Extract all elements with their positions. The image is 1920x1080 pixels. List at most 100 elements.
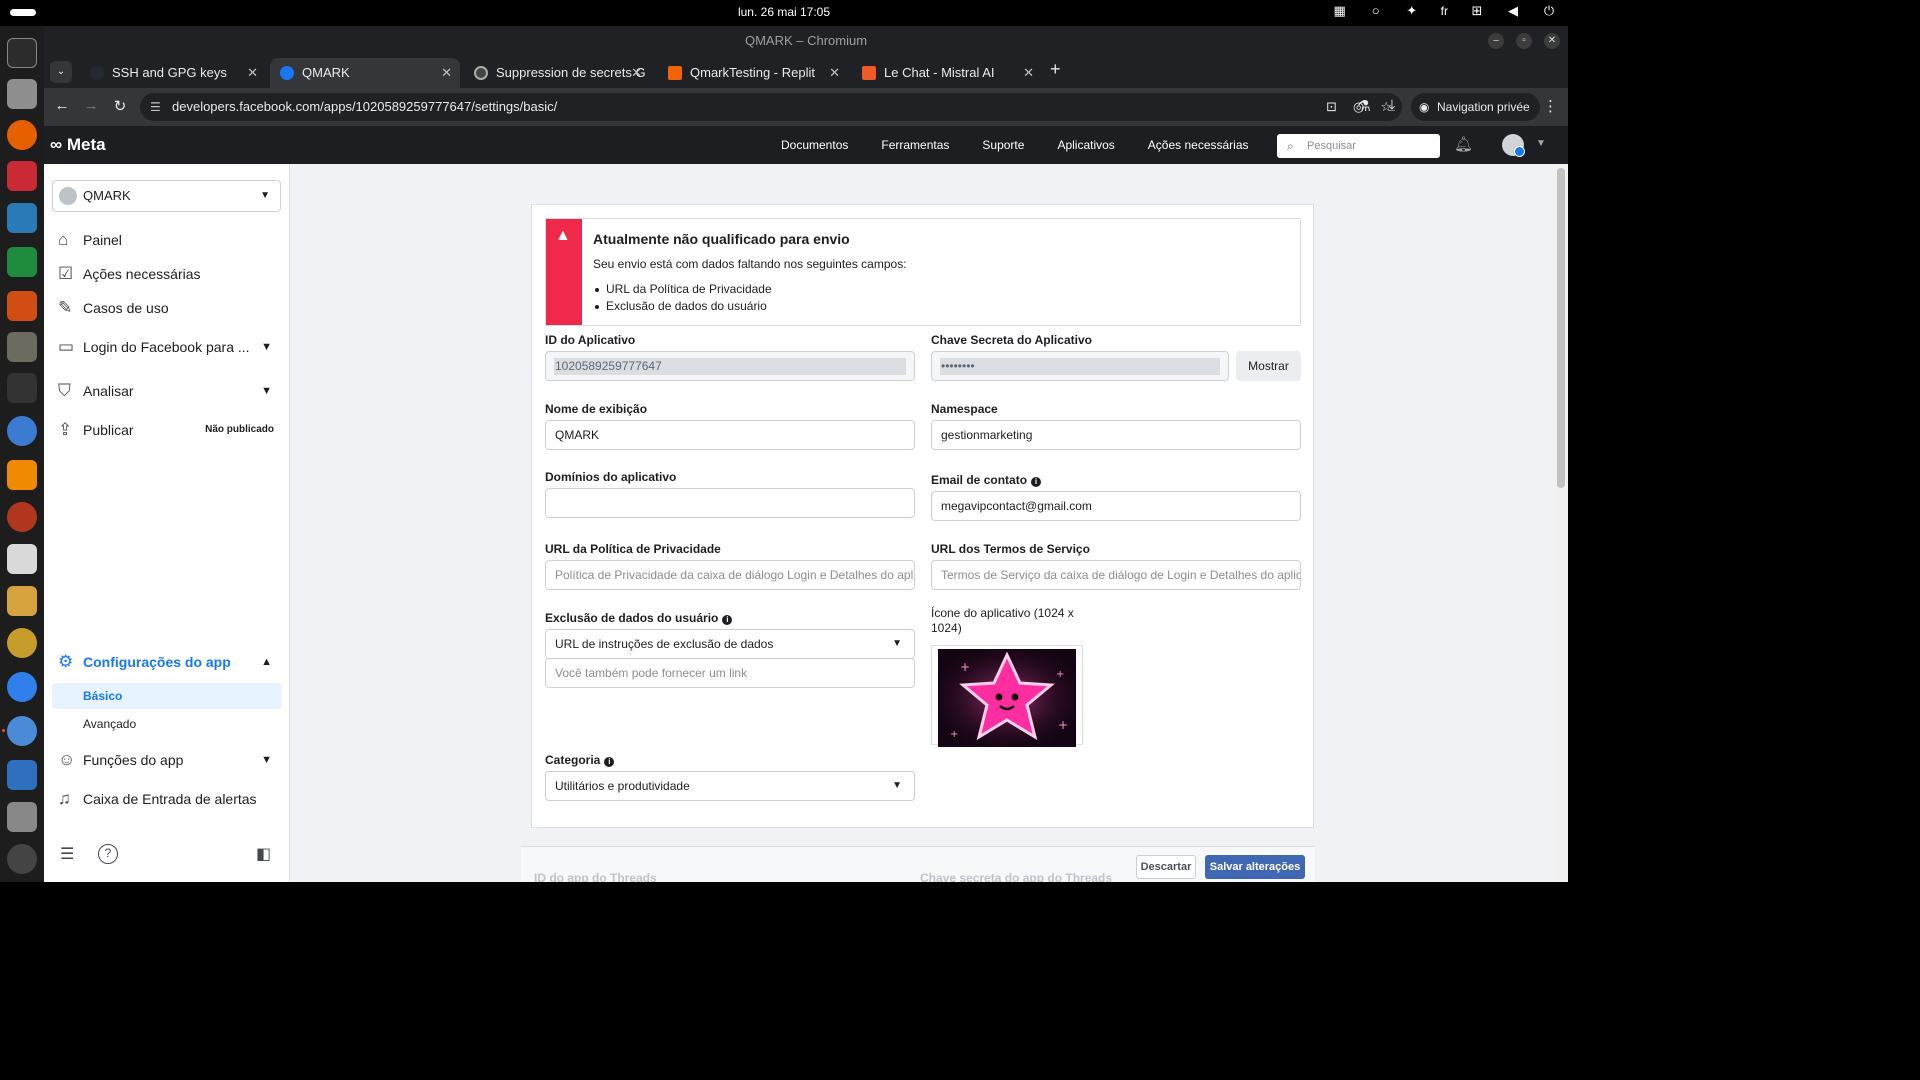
- labs-flask-icon[interactable]: ⚗: [1354, 97, 1374, 115]
- sidebar-item-casos[interactable]: ✎ Casos de uso: [58, 295, 284, 321]
- tab-mistral[interactable]: Le Chat - Mistral AI ✕: [852, 58, 1042, 88]
- accessibility-icon[interactable]: ✦: [1405, 4, 1419, 18]
- sidebar-item-publicar[interactable]: ⇪ Publicar Não publicado: [58, 417, 284, 443]
- sidebar-item-analisar[interactable]: ⛉ Analisar ▼: [58, 378, 284, 404]
- list-icon[interactable]: ☰: [60, 844, 74, 864]
- meta-logo[interactable]: ∞ Meta: [50, 135, 106, 155]
- chromium-icon[interactable]: [7, 716, 37, 746]
- tab-qmark[interactable]: QMARK ✕: [270, 58, 460, 88]
- nav-aplicativos[interactable]: Aplicativos: [1057, 138, 1114, 152]
- info-icon[interactable]: i: [1031, 477, 1042, 487]
- app-domains-field[interactable]: [545, 488, 915, 518]
- sidebar-item-configuracoes[interactable]: ⚙ Configurações do app ▲: [58, 649, 284, 675]
- collapse-sidebar-icon[interactable]: ◧: [256, 844, 271, 864]
- document-viewer-icon[interactable]: [7, 544, 37, 574]
- show-apps-icon[interactable]: [7, 844, 37, 874]
- app-icon-upload[interactable]: + + + +: [931, 645, 1083, 747]
- incognito-indicator[interactable]: ◉ Navigation privée: [1411, 93, 1540, 121]
- back-icon[interactable]: ←: [52, 97, 72, 114]
- terms-url-label: URL dos Termos de Serviço: [931, 542, 1090, 556]
- data-deletion-select[interactable]: URL de instruções de exclusão de dados ▼: [545, 629, 915, 659]
- vlc-icon[interactable]: [7, 460, 37, 490]
- info-icon[interactable]: i: [722, 615, 733, 625]
- sidebar-subitem-basico[interactable]: Básico: [52, 683, 282, 709]
- minimize-icon[interactable]: –: [1488, 33, 1504, 49]
- volume-icon[interactable]: ◀: [1506, 4, 1520, 18]
- help-icon[interactable]: [7, 672, 37, 702]
- alert-stripe: ▲: [546, 219, 582, 325]
- terminal-icon[interactable]: [7, 38, 37, 68]
- pet-app-icon[interactable]: [7, 628, 37, 658]
- paint-icon[interactable]: [7, 416, 37, 446]
- data-deletion-label-text: Exclusão de dados do usuário: [545, 611, 719, 625]
- tab-close-icon[interactable]: ✕: [441, 58, 452, 88]
- tab-close-icon[interactable]: ✕: [829, 58, 840, 88]
- network-icon[interactable]: ⊞: [1470, 4, 1484, 18]
- book-icon[interactable]: [7, 586, 37, 616]
- download-icon[interactable]: ⤓: [1382, 97, 1402, 114]
- power-icon[interactable]: ⏻: [1542, 4, 1556, 18]
- close-icon[interactable]: ✕: [1544, 33, 1560, 49]
- firefox-icon[interactable]: [7, 120, 37, 150]
- tab-close-icon[interactable]: ✕: [631, 58, 642, 88]
- sidebar-item-acoes[interactable]: ☑ Ações necessárias: [58, 261, 284, 287]
- address-bar[interactable]: ☰ developers.facebook.com/apps/102058925…: [140, 93, 1402, 121]
- discard-button[interactable]: Descartar: [1136, 855, 1196, 879]
- app-secret-field[interactable]: ••••••••: [931, 351, 1229, 381]
- zotero-icon[interactable]: [7, 161, 37, 191]
- maximize-icon[interactable]: ▫: [1516, 33, 1532, 49]
- writer-icon[interactable]: [7, 203, 37, 233]
- sidebar-subitem-avancado[interactable]: Avançado: [52, 711, 282, 737]
- impress-icon[interactable]: [7, 291, 37, 321]
- privacy-url-field[interactable]: Política de Privacidade da caixa de diál…: [545, 560, 915, 590]
- apps-grid-icon[interactable]: ▦: [1333, 4, 1347, 18]
- scrollbar-thumb[interactable]: [1557, 168, 1565, 488]
- new-tab-icon[interactable]: +: [1050, 59, 1061, 80]
- nav-acoes-necessarias[interactable]: Ações necessárias: [1148, 138, 1249, 152]
- sidebar-item-painel[interactable]: ⌂ Painel: [58, 227, 284, 253]
- display-name-field[interactable]: QMARK: [545, 420, 915, 450]
- reload-icon[interactable]: ↻: [110, 97, 130, 115]
- search-input[interactable]: ⌕ Pesquisar: [1277, 134, 1440, 158]
- gimp-icon[interactable]: [7, 332, 37, 362]
- sidebar-item-funcoes[interactable]: ☺ Funções do app ▼: [58, 747, 284, 773]
- page-scrollbar[interactable]: [1554, 164, 1568, 882]
- data-deletion-link-field[interactable]: Você também pode fornecer um link: [545, 658, 915, 688]
- tab-suppression[interactable]: Suppression de secrets G ✕: [464, 58, 650, 88]
- circle-status-icon[interactable]: ○: [1369, 4, 1383, 18]
- text-editor-icon[interactable]: [7, 760, 37, 790]
- show-secret-button[interactable]: Mostrar: [1236, 351, 1301, 381]
- stellarium-icon[interactable]: [7, 502, 37, 532]
- save-changes-button[interactable]: Salvar alterações: [1205, 855, 1305, 879]
- account-menu-caret-icon[interactable]: ▼: [1536, 138, 1546, 149]
- category-select[interactable]: Utilitários e produtividade ▼: [545, 771, 915, 801]
- contact-email-field[interactable]: megavipcontact@gmail.com: [931, 491, 1301, 521]
- nav-ferramentas[interactable]: Ferramentas: [881, 138, 949, 152]
- info-icon[interactable]: i: [604, 757, 615, 767]
- tab-search-icon[interactable]: ⌄: [50, 61, 72, 83]
- terms-url-field[interactable]: Termos de Serviço da caixa de diálogo de…: [931, 560, 1301, 590]
- settings-icon[interactable]: [7, 802, 37, 832]
- app-id-field[interactable]: 1020589259777647: [545, 351, 915, 381]
- nav-suporte[interactable]: Suporte: [982, 138, 1024, 152]
- keyboard-language[interactable]: fr: [1441, 4, 1448, 18]
- tab-ssh-keys[interactable]: SSH and GPG keys ✕: [80, 58, 266, 88]
- calc-icon[interactable]: [7, 247, 37, 277]
- forward-icon[interactable]: →: [81, 97, 101, 114]
- url-text: developers.facebook.com/apps/10205892597…: [172, 99, 558, 114]
- tab-replit[interactable]: QmarkTesting - Replit ✕: [658, 58, 848, 88]
- browser-menu-icon[interactable]: ⋮: [1543, 97, 1558, 115]
- namespace-field[interactable]: gestionmarketing: [931, 420, 1301, 450]
- files-icon[interactable]: [7, 79, 37, 109]
- app-selector[interactable]: QMARK ▼: [52, 180, 281, 212]
- inkscape-icon[interactable]: [7, 373, 37, 403]
- notifications-bell-icon[interactable]: 🔔︎: [1454, 135, 1473, 153]
- sidebar-item-login[interactable]: ▭ Login do Facebook para ... ▼: [58, 334, 284, 360]
- tab-close-icon[interactable]: ✕: [1023, 58, 1034, 88]
- site-info-icon[interactable]: ☰: [150, 93, 161, 121]
- nav-documentos[interactable]: Documentos: [781, 138, 848, 152]
- tab-close-icon[interactable]: ✕: [247, 58, 258, 88]
- translate-icon[interactable]: ⊡: [1326, 93, 1337, 121]
- help-icon[interactable]: ?: [98, 844, 118, 864]
- sidebar-item-caixa[interactable]: ♫ Caixa de Entrada de alertas: [58, 786, 284, 812]
